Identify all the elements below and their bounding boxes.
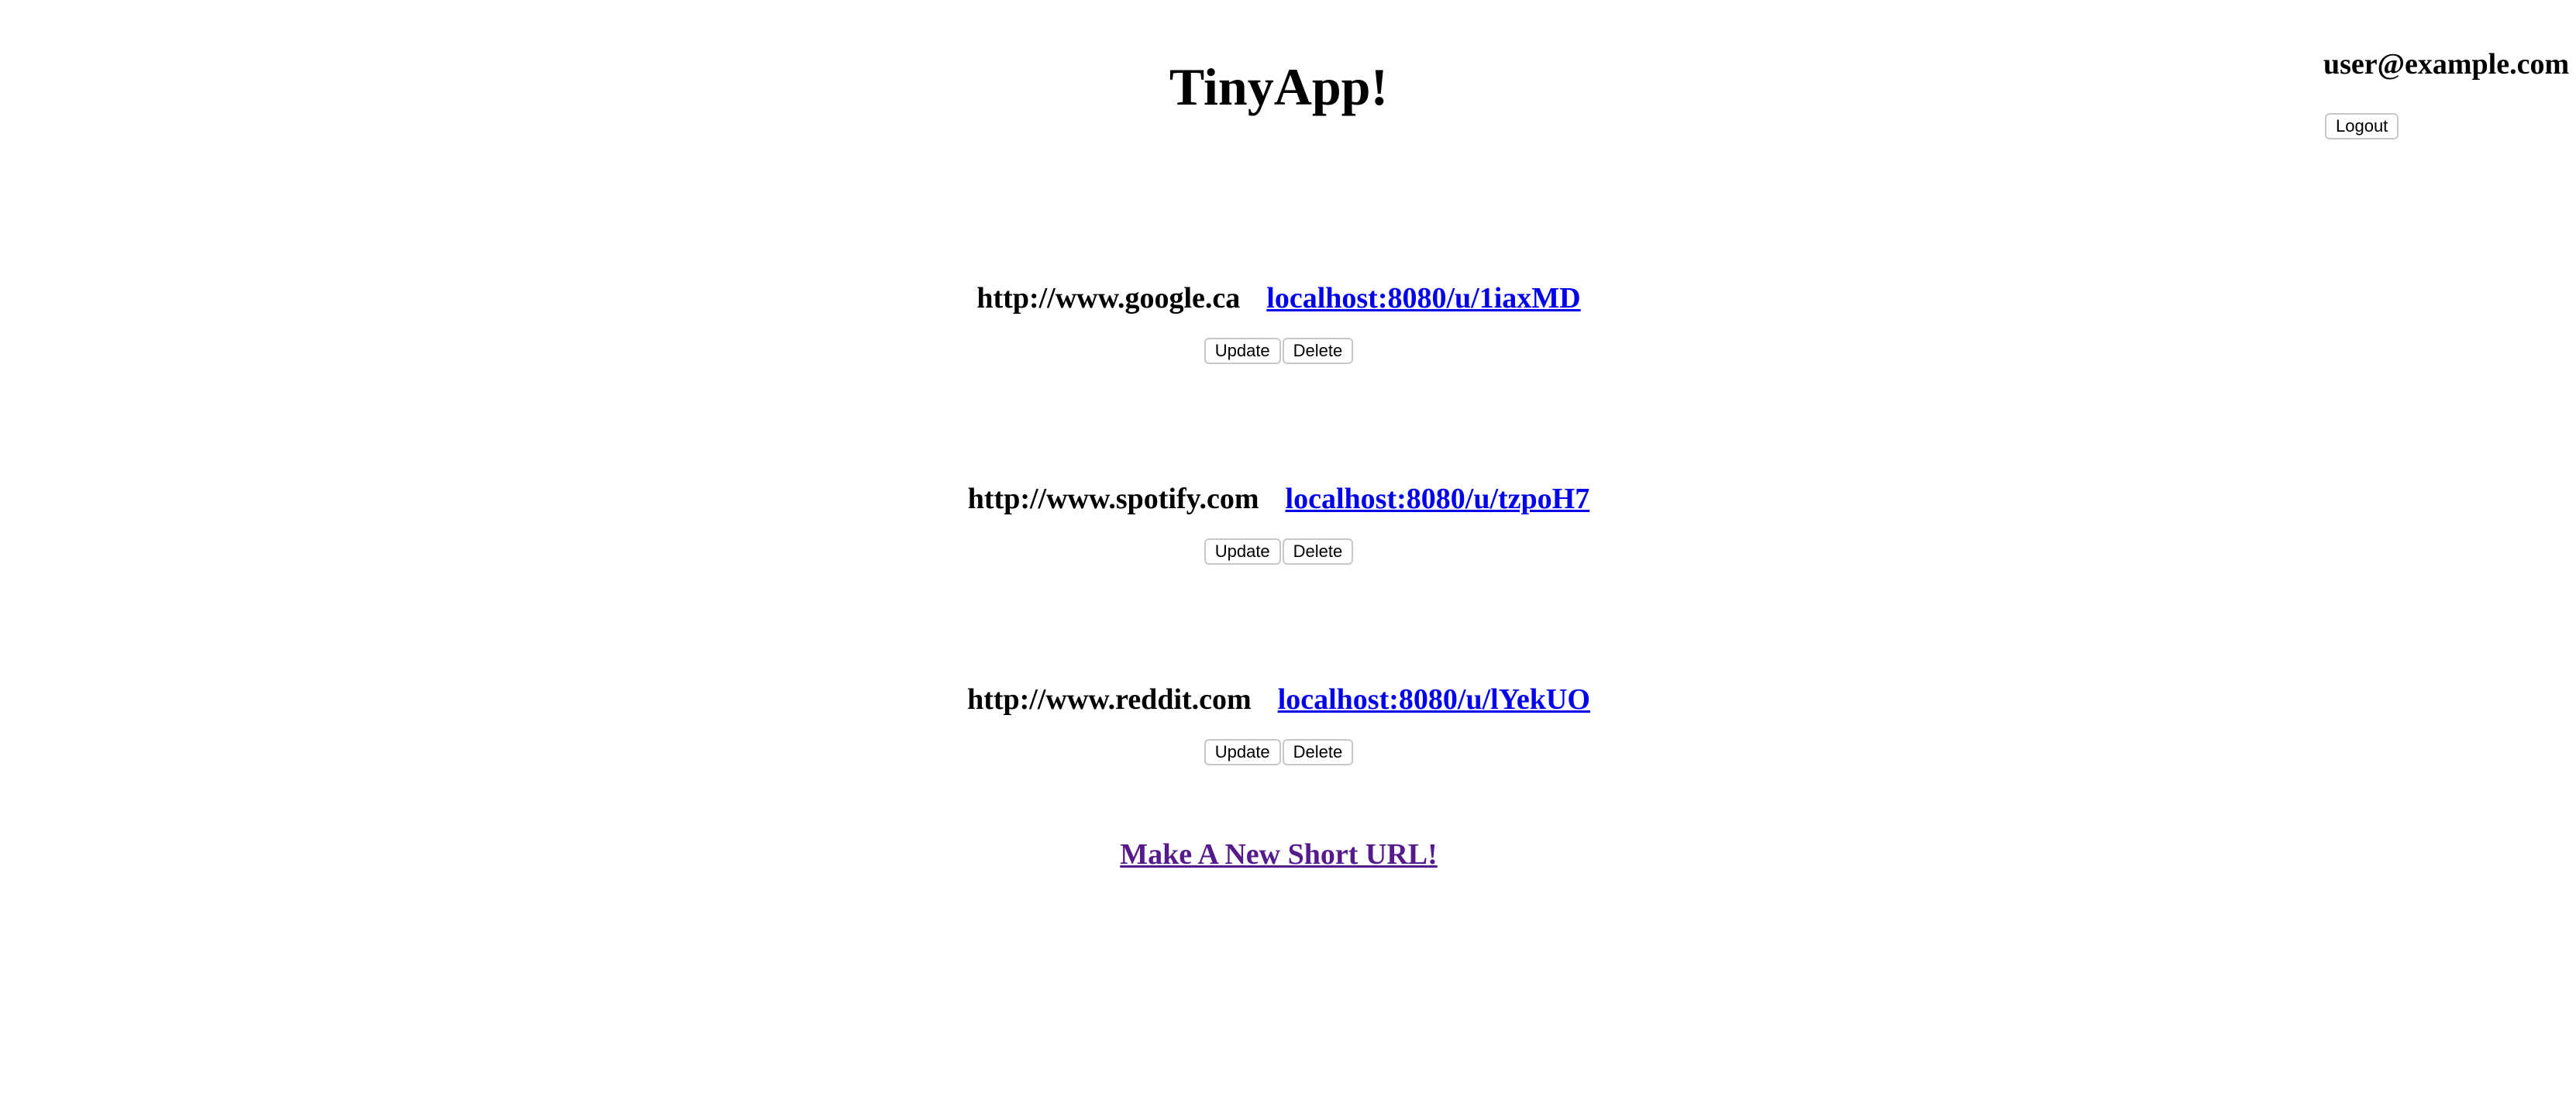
short-url-link[interactable]: localhost:8080/u/tzpoH7	[1286, 483, 1590, 515]
update-button[interactable]: Update	[1204, 538, 1281, 565]
url-line: http://www.reddit.com localhost:8080/u/lY…	[0, 680, 2557, 719]
update-button[interactable]: Update	[1204, 739, 1281, 765]
short-url-link[interactable]: localhost:8080/u/1iaxMD	[1266, 282, 1580, 315]
url-actions: Update Delete	[0, 739, 2557, 765]
new-short-url-link[interactable]: Make A New Short URL!	[1120, 838, 1438, 871]
logout-button[interactable]: Logout	[2325, 113, 2399, 139]
new-url-section: Make A New Short URL!	[0, 835, 2557, 874]
short-url-link[interactable]: localhost:8080/u/lYekUO	[1278, 683, 1590, 716]
user-panel: user@example.com Logout	[2323, 45, 2571, 139]
url-list: http://www.google.ca localhost:8080/u/1ia…	[0, 279, 2557, 881]
update-button[interactable]: Update	[1204, 338, 1281, 364]
page: TinyApp! user@example.com Logout http://…	[0, 0, 2576, 1114]
url-actions: Update Delete	[0, 538, 2557, 565]
app-title: TinyApp!	[1169, 57, 1389, 116]
url-line: http://www.google.ca localhost:8080/u/1ia…	[0, 279, 2557, 318]
long-url: http://www.spotify.com	[967, 483, 1259, 515]
url-entry: http://www.google.ca localhost:8080/u/1ia…	[0, 279, 2557, 480]
long-url: http://www.reddit.com	[967, 683, 1252, 716]
long-url: http://www.google.ca	[976, 282, 1241, 315]
url-actions: Update Delete	[0, 338, 2557, 364]
url-line: http://www.spotify.com localhost:8080/u/t…	[0, 480, 2557, 518]
delete-button[interactable]: Delete	[1282, 538, 1354, 565]
delete-button[interactable]: Delete	[1282, 739, 1354, 765]
url-entry: http://www.spotify.com localhost:8080/u/t…	[0, 480, 2557, 680]
user-email: user@example.com	[2323, 48, 2570, 81]
delete-button[interactable]: Delete	[1282, 338, 1354, 364]
